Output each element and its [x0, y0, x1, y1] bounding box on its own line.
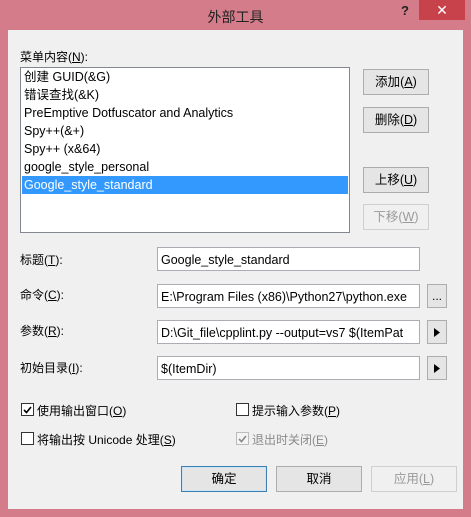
unicode-output-label[interactable]: 将输出按 Unicode 处理(S) — [37, 431, 176, 448]
browse-button[interactable]: ... — [427, 284, 447, 308]
checkmark-icon — [23, 405, 32, 414]
list-item[interactable]: 创建 GUID(&G) — [21, 68, 349, 86]
menu-contents-label: 菜单内容(N): — [20, 50, 89, 64]
title-bar[interactable]: 外部工具 ? ✕ — [0, 0, 471, 30]
delete-button[interactable]: 删除(D) — [363, 107, 429, 133]
use-output-window-label[interactable]: 使用输出窗口(O) — [37, 402, 126, 419]
list-item[interactable]: Spy++ (x&64) — [21, 140, 349, 158]
prompt-arguments-checkbox[interactable] — [236, 403, 249, 416]
ok-button[interactable]: 确定 — [181, 466, 267, 492]
title-input[interactable]: Google_style_standard — [157, 247, 420, 271]
arguments-menu-button[interactable] — [427, 320, 447, 344]
cancel-button[interactable]: 取消 — [276, 466, 362, 492]
list-item[interactable]: google_style_personal — [21, 158, 349, 176]
use-output-window-checkbox[interactable] — [21, 403, 34, 416]
dialog-body: 菜单内容(N): 创建 GUID(&G) 错误查找(&K) PreEmptive D… — [8, 30, 463, 509]
initial-dir-menu-button[interactable] — [427, 356, 447, 380]
list-item[interactable]: Spy++(&+) — [21, 122, 349, 140]
arguments-input[interactable]: D:\Git_file\cpplint.py --output=vs7 $(It… — [157, 320, 420, 344]
triangle-right-icon — [434, 363, 440, 373]
list-item[interactable]: Google_style_standard — [22, 176, 348, 194]
list-item[interactable]: 错误查找(&K) — [21, 86, 349, 104]
arguments-label: 参数(R): — [20, 324, 65, 338]
prompt-arguments-label[interactable]: 提示输入参数(P) — [252, 402, 340, 419]
title-label: 标题(T): — [20, 253, 63, 267]
close-on-exit-label[interactable]: 退出时关闭(E) — [252, 431, 328, 448]
apply-button[interactable]: 应用(L) — [371, 466, 457, 492]
command-input[interactable]: E:\Program Files (x86)\Python27\python.e… — [157, 284, 420, 308]
menu-contents-list[interactable]: 创建 GUID(&G) 错误查找(&K) PreEmptive Dotfuscato… — [20, 67, 350, 233]
help-button[interactable]: ? — [398, 4, 412, 18]
move-up-button[interactable]: 上移(U) — [363, 167, 429, 193]
unicode-output-checkbox[interactable] — [21, 432, 34, 445]
initial-dir-input[interactable]: $(ItemDir) — [157, 356, 420, 380]
triangle-right-icon — [434, 327, 440, 337]
move-down-button[interactable]: 下移(W) — [363, 204, 429, 230]
list-item[interactable]: PreEmptive Dotfuscator and Analytics — [21, 104, 349, 122]
add-button[interactable]: 添加(A) — [363, 69, 429, 95]
external-tools-dialog: 外部工具 ? ✕ 菜单内容(N): 创建 GUID(&G) 错误查找(&K) Pre… — [0, 0, 471, 517]
checkmark-icon — [238, 434, 247, 443]
close-on-exit-checkbox[interactable] — [236, 432, 249, 445]
close-button[interactable]: ✕ — [419, 0, 465, 20]
command-label: 命令(C): — [20, 288, 65, 302]
initial-dir-label: 初始目录(I): — [20, 361, 83, 375]
